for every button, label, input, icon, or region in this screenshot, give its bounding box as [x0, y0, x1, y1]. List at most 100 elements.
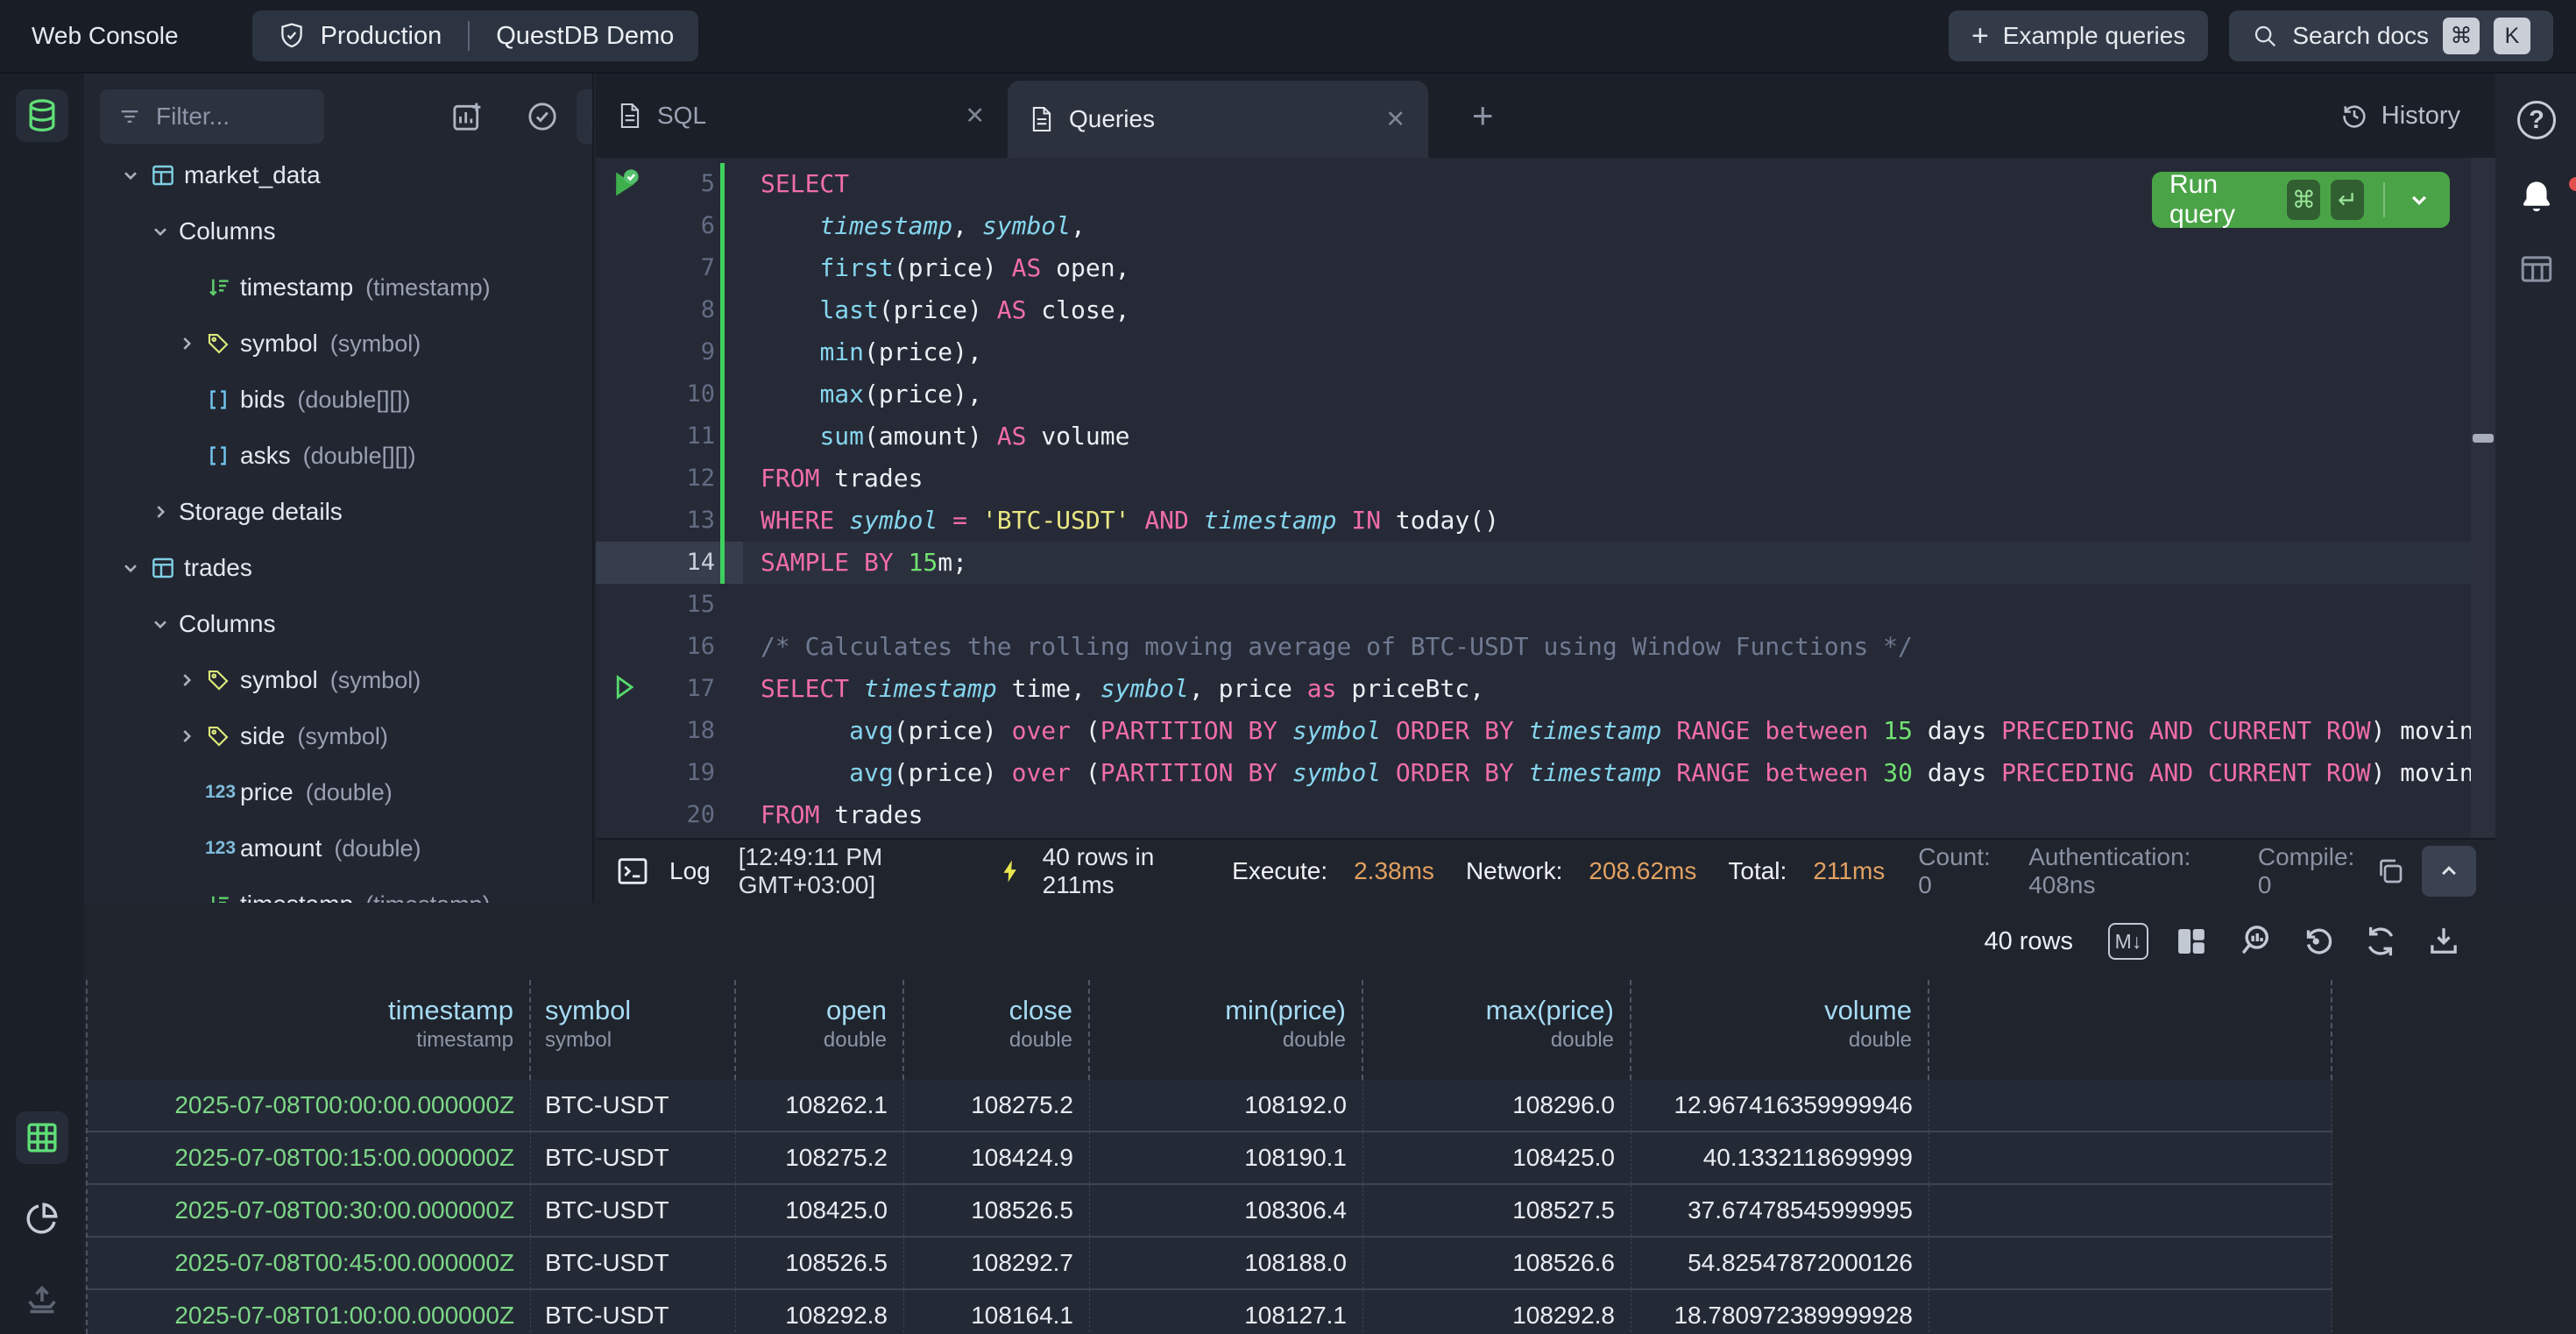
cell-max-price-[interactable]: 108292.8	[1363, 1290, 1631, 1334]
code-line-7[interactable]: 7 first(price) AS open,	[596, 247, 2471, 289]
close-icon[interactable]: ✕	[965, 103, 985, 130]
column-header-min-price-[interactable]: min(price)double	[1090, 980, 1363, 1080]
chevron-down-icon[interactable]	[149, 218, 179, 245]
tab-queries[interactable]: Queries ✕	[1008, 81, 1428, 158]
help-button[interactable]: ?	[2516, 100, 2557, 140]
markdown-copy-button[interactable]: M↓	[2108, 921, 2148, 961]
tree-item-price[interactable]: 123price(double)	[84, 764, 594, 820]
tree-item-symbol[interactable]: symbol(symbol)	[84, 316, 594, 372]
search-docs-button[interactable]: Search docs ⌘ K	[2229, 11, 2553, 61]
cell-symbol[interactable]: BTC-USDT	[531, 1185, 736, 1236]
cell-symbol[interactable]: BTC-USDT	[531, 1132, 736, 1183]
tree-item-columns[interactable]: Columns	[84, 596, 594, 652]
column-header-timestamp[interactable]: timestamptimestamp	[88, 980, 531, 1080]
cell-volume[interactable]: 40.1332118699999	[1631, 1132, 1929, 1183]
cell-min-price-[interactable]: 108127.1	[1090, 1290, 1363, 1334]
cell-timestamp[interactable]: 2025-07-08T00:00:00.000000Z	[88, 1080, 531, 1131]
query-history-button[interactable]	[2297, 921, 2338, 961]
table-row-2[interactable]: 2025-07-08T00:15:00.000000ZBTC-USDT10827…	[88, 1132, 2332, 1185]
refresh-results-button[interactable]	[2360, 921, 2401, 961]
cell-close[interactable]: 108292.7	[904, 1238, 1090, 1288]
grid-view-button[interactable]	[16, 1111, 68, 1164]
schema-nav-button[interactable]	[16, 89, 68, 142]
cell-symbol[interactable]: BTC-USDT	[531, 1080, 736, 1131]
tree-item-market-data[interactable]: market_data	[84, 147, 594, 203]
cell-max-price-[interactable]: 108296.0	[1363, 1080, 1631, 1131]
code-line-10[interactable]: 10 max(price),	[596, 373, 2471, 415]
column-header-close[interactable]: closedouble	[904, 980, 1090, 1080]
cell-volume[interactable]: 18.780972389999928	[1631, 1290, 1929, 1334]
run-query-button[interactable]: Run query ⌘ ↵	[2152, 172, 2450, 228]
table-row-1[interactable]: 2025-07-08T00:00:00.000000ZBTC-USDT10826…	[88, 1080, 2332, 1132]
table-row-5[interactable]: 2025-07-08T01:00:00.000000ZBTC-USDT10829…	[88, 1290, 2332, 1334]
collapse-log-button[interactable]	[2422, 846, 2476, 897]
cell-min-price-[interactable]: 108192.0	[1090, 1080, 1363, 1131]
table-row-3[interactable]: 2025-07-08T00:30:00.000000ZBTC-USDT10842…	[88, 1185, 2332, 1238]
cell-open[interactable]: 108292.8	[736, 1290, 904, 1334]
example-queries-button[interactable]: + Example queries	[1949, 11, 2208, 61]
cell-max-price-[interactable]: 108527.5	[1363, 1185, 1631, 1236]
code-line-18[interactable]: 18 avg(price) over (PARTITION BY symbol …	[596, 710, 2471, 752]
cell-symbol[interactable]: BTC-USDT	[531, 1290, 736, 1334]
panels-button[interactable]	[2516, 249, 2557, 289]
code-line-11[interactable]: 11 sum(amount) AS volume	[596, 415, 2471, 458]
cell-volume[interactable]: 54.82547872000126	[1631, 1238, 1929, 1288]
explore-chart-button[interactable]	[2234, 921, 2275, 961]
copy-icon[interactable]	[2374, 855, 2406, 887]
tree-item-timestamp[interactable]: timestamp(timestamp)	[84, 876, 594, 903]
cell-symbol[interactable]: BTC-USDT	[531, 1238, 736, 1288]
code-line-15[interactable]: 15	[596, 584, 2471, 626]
tree-item-storage-details[interactable]: Storage details	[84, 484, 594, 540]
notifications-button[interactable]	[2516, 177, 2557, 217]
chevron-down-icon[interactable]	[2406, 187, 2432, 213]
cell-min-price-[interactable]: 108306.4	[1090, 1185, 1363, 1236]
import-button[interactable]	[23, 1280, 61, 1318]
cell-max-price-[interactable]: 108526.6	[1363, 1238, 1631, 1288]
refresh-schema-button[interactable]	[577, 89, 594, 144]
cell-open[interactable]: 108425.0	[736, 1185, 904, 1236]
editor-scrollbar-thumb[interactable]	[2473, 434, 2494, 443]
cell-open[interactable]: 108526.5	[736, 1238, 904, 1288]
column-header-max-price-[interactable]: max(price)double	[1363, 980, 1631, 1080]
column-header-symbol[interactable]: symbolsymbol	[531, 980, 736, 1080]
chart-view-button[interactable]	[23, 1199, 61, 1238]
tree-item-side[interactable]: side(symbol)	[84, 708, 594, 764]
cell-volume[interactable]: 12.967416359999946	[1631, 1080, 1929, 1131]
cell-volume[interactable]: 37.67478545999995	[1631, 1185, 1929, 1236]
code-line-12[interactable]: 12FROM trades	[596, 458, 2471, 500]
code-line-20[interactable]: 20FROM trades	[596, 794, 2471, 836]
chevron-down-icon[interactable]	[119, 162, 149, 188]
grid-layout-button[interactable]	[2171, 921, 2212, 961]
tree-item-bids[interactable]: bids(double[][])	[84, 372, 594, 428]
add-metrics-button[interactable]	[440, 89, 494, 144]
column-header-open[interactable]: opendouble	[736, 980, 904, 1080]
chevron-down-icon[interactable]	[119, 555, 149, 581]
column-header-volume[interactable]: volumedouble	[1631, 980, 1929, 1080]
cell-close[interactable]: 108526.5	[904, 1185, 1090, 1236]
add-tab-button[interactable]: +	[1472, 74, 1494, 158]
tree-item-timestamp[interactable]: timestamp(timestamp)	[84, 259, 594, 316]
results-grid[interactable]: timestamptimestampsymbolsymbolopendouble…	[86, 980, 2331, 1334]
cell-min-price-[interactable]: 108188.0	[1090, 1238, 1363, 1288]
cell-close[interactable]: 108424.9	[904, 1132, 1090, 1183]
code-line-13[interactable]: 13WHERE symbol = 'BTC-USDT' AND timestam…	[596, 500, 2471, 542]
cell-min-price-[interactable]: 108190.1	[1090, 1132, 1363, 1183]
close-icon[interactable]: ✕	[1385, 106, 1405, 133]
chevron-right-icon[interactable]	[149, 499, 179, 525]
cell-timestamp[interactable]: 2025-07-08T01:00:00.000000Z	[88, 1290, 531, 1334]
history-button[interactable]: History	[2339, 74, 2460, 158]
instance-pill[interactable]: Production QuestDB Demo	[252, 11, 699, 61]
code-line-9[interactable]: 9 min(price),	[596, 331, 2471, 373]
tree-item-columns[interactable]: Columns	[84, 203, 594, 259]
tree-item-symbol[interactable]: symbol(symbol)	[84, 652, 594, 708]
cell-close[interactable]: 108164.1	[904, 1290, 1090, 1334]
cell-timestamp[interactable]: 2025-07-08T00:45:00.000000Z	[88, 1238, 531, 1288]
chevron-right-icon[interactable]	[175, 723, 205, 749]
tree-item-trades[interactable]: trades	[84, 540, 594, 596]
table-row-4[interactable]: 2025-07-08T00:45:00.000000ZBTC-USDT10852…	[88, 1238, 2332, 1290]
download-csv-button[interactable]	[2424, 921, 2464, 961]
code-line-19[interactable]: 19 avg(price) over (PARTITION BY symbol …	[596, 752, 2471, 794]
tab-sql[interactable]: SQL ✕	[596, 74, 1008, 158]
filter-input[interactable]: Filter...	[100, 89, 324, 144]
code-line-8[interactable]: 8 last(price) AS close,	[596, 289, 2471, 331]
